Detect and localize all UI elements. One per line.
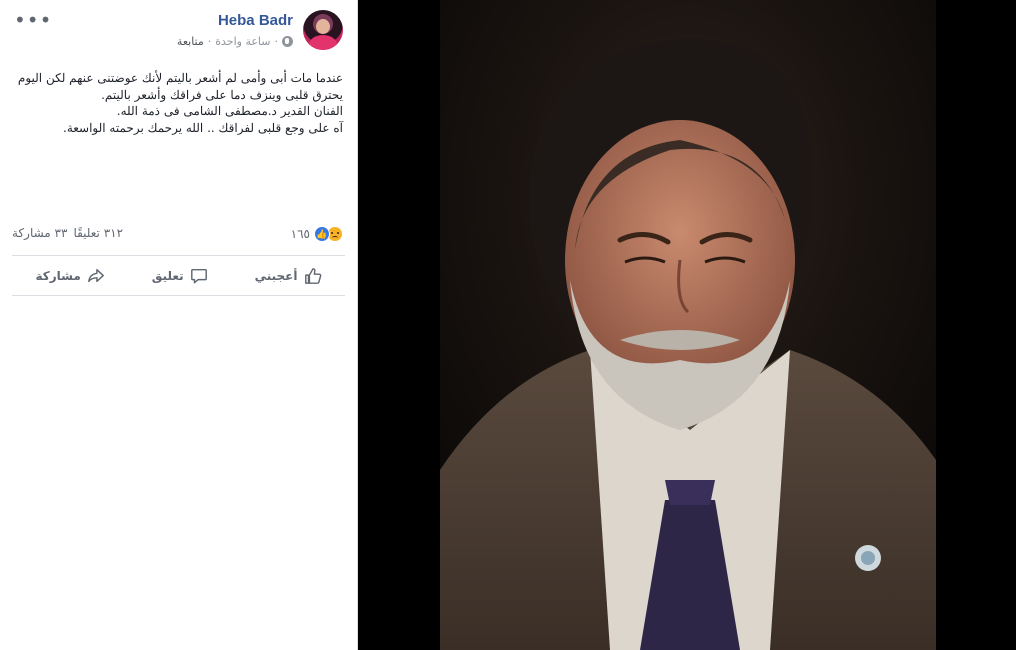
follow-link[interactable]: متابعة — [177, 35, 204, 48]
divider — [12, 295, 345, 296]
reactions-summary[interactable]: ١٦٥ 👍 — [291, 226, 343, 242]
author-name[interactable]: Heba Badr — [218, 12, 293, 29]
engagement-counts: ٣١٢ تعليقًا ٣٣ مشاركة — [12, 226, 123, 240]
meta-separator-2: · — [274, 35, 279, 48]
divider — [12, 255, 345, 256]
post-text-line: الفنان القدير د.مصطفى الشامى فى ذمة الله… — [116, 104, 343, 118]
post-text-line: يحترق قلبى وينزف دما على فراقك وأشعر بال… — [101, 87, 343, 102]
portrait-illustration — [440, 0, 936, 650]
reactions-count[interactable]: ١٦٥ — [291, 227, 310, 241]
post-header: ••• Heba Badr متابعة · ساعة واحدة · — [0, 0, 357, 60]
post-text-line: آه على وجع قلبى لفراقك .. الله يرحمك برح… — [63, 120, 343, 135]
post-time[interactable]: ساعة واحدة — [215, 35, 270, 48]
comments-count[interactable]: ٣١٢ تعليقًا — [73, 226, 123, 240]
like-label: أعجبني — [254, 269, 298, 283]
post-text-line: عندما مات أبى وأمى لم أشعر باليتم لأنك ع… — [17, 71, 343, 85]
meta-separator: · — [207, 35, 212, 48]
photo-viewer[interactable] — [358, 0, 1016, 650]
globe-icon — [282, 36, 293, 47]
like-button[interactable]: أعجبني — [245, 261, 332, 291]
avatar-body-shape — [309, 35, 337, 50]
like-reaction-icon: 👍 — [314, 226, 330, 242]
comment-icon — [190, 268, 207, 284]
comment-button[interactable]: تعليق — [142, 261, 218, 291]
post-stats: ١٦٥ 👍 ٣١٢ تعليقًا ٣٣ مشاركة — [12, 222, 343, 246]
shares-count[interactable]: ٣٣ مشاركة — [12, 226, 67, 240]
post-photo[interactable] — [440, 0, 936, 650]
share-label: مشاركة — [35, 269, 81, 283]
post-meta: متابعة · ساعة واحدة · — [177, 35, 293, 48]
more-options-icon[interactable]: ••• — [14, 8, 52, 32]
like-icon — [304, 268, 321, 284]
post-sidebar: ••• Heba Badr متابعة · ساعة واحدة · عندم… — [0, 0, 358, 650]
avatar-face-shape — [316, 19, 330, 34]
post-body: عندما مات أبى وأمى لم أشعر باليتم لأنك ع… — [14, 70, 343, 136]
comment-label: تعليق — [151, 269, 184, 283]
avatar[interactable] — [303, 10, 343, 50]
action-bar: أعجبني تعليق مشاركة — [12, 258, 345, 294]
share-icon — [87, 268, 104, 283]
share-button[interactable]: مشاركة — [25, 261, 114, 291]
